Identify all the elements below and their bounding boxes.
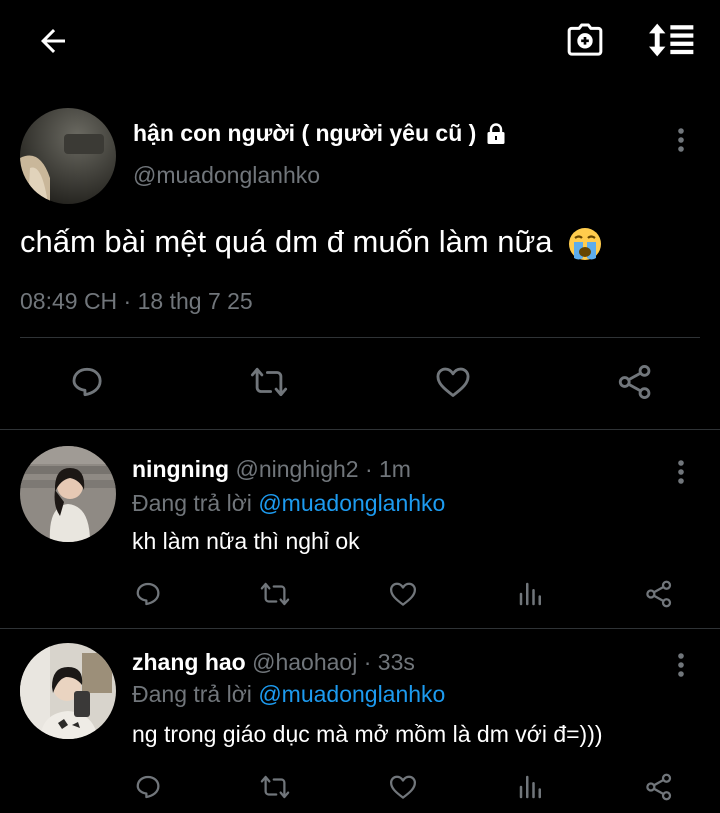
- camera-plus-icon: [567, 23, 603, 56]
- tweet-text: chấm bài mệt quá dm đ muốn làm nữa: [20, 224, 603, 262]
- share-icon: [618, 365, 651, 399]
- share-button[interactable]: [610, 357, 660, 407]
- author-name[interactable]: hận con người ( người yêu cũ ): [133, 120, 508, 147]
- heart-icon: [436, 367, 470, 397]
- reply-tweet[interactable]: zhang hao @haohaoj · 33s Đang trả lời @m…: [0, 619, 720, 813]
- divider: [20, 337, 700, 338]
- retweet-button[interactable]: [253, 572, 297, 616]
- tweet-timestamp: 08:49 CH · 18 thg 7 25: [20, 288, 253, 314]
- analytics-button[interactable]: [509, 572, 553, 616]
- author-handle[interactable]: @muadonglanhko: [133, 162, 320, 189]
- heart-icon: [390, 775, 416, 799]
- mention-link[interactable]: @muadonglanhko: [258, 681, 445, 707]
- reply-header: ningning @ninghigh2 · 1m: [132, 456, 411, 483]
- share-button[interactable]: [637, 765, 681, 809]
- lock-icon: [487, 122, 505, 144]
- camera-button[interactable]: [560, 16, 610, 64]
- avatar[interactable]: [20, 643, 116, 739]
- reply-header: zhang hao @haohaoj · 33s: [132, 649, 415, 676]
- avatar-image: [20, 446, 116, 542]
- reply-actions: [0, 765, 720, 811]
- share-button[interactable]: [637, 572, 681, 616]
- analytics-icon: [519, 582, 541, 606]
- reply-author-name[interactable]: ningning: [132, 456, 229, 482]
- more-vertical-icon: [678, 460, 684, 484]
- analytics-icon: [519, 775, 541, 799]
- retweet-icon: [260, 775, 290, 799]
- reply-tweet[interactable]: ningning @ninghigh2 · 1m Đang trả lời @m…: [0, 430, 720, 628]
- more-options-button[interactable]: [666, 452, 696, 492]
- reply-text: ng trong giáo dục mà mở mồm là dm với đ=…: [132, 721, 603, 747]
- retweet-button[interactable]: [253, 765, 297, 809]
- reply-button[interactable]: [126, 572, 170, 616]
- more-options-button[interactable]: [666, 645, 696, 685]
- avatar[interactable]: [20, 446, 116, 542]
- like-button[interactable]: [381, 572, 425, 616]
- heart-icon: [390, 582, 416, 606]
- more-options-button[interactable]: [666, 120, 696, 160]
- analytics-button[interactable]: [509, 765, 553, 809]
- reply-icon: [72, 367, 102, 397]
- top-bar: [0, 0, 720, 82]
- share-icon: [646, 580, 672, 608]
- like-button[interactable]: [428, 357, 478, 407]
- tweet-actions: [0, 355, 720, 411]
- replying-to: Đang trả lời @muadonglanhko: [132, 681, 446, 707]
- back-button[interactable]: [28, 20, 78, 62]
- retweet-icon: [250, 367, 288, 397]
- reply-button[interactable]: [126, 765, 170, 809]
- avatar[interactable]: [20, 108, 116, 204]
- reply-actions: [0, 572, 720, 618]
- reply-meta: @ninghigh2 · 1m: [235, 456, 411, 482]
- like-button[interactable]: [381, 765, 425, 809]
- loudly-crying-face-emoji: [569, 227, 602, 260]
- sort-icon: [649, 23, 694, 57]
- avatar-image: [20, 643, 116, 739]
- retweet-icon: [260, 582, 290, 606]
- more-vertical-icon: [678, 128, 684, 152]
- reply-button[interactable]: [62, 357, 112, 407]
- reply-author-name[interactable]: zhang hao: [132, 649, 246, 675]
- avatar-image: [20, 108, 116, 204]
- share-icon: [646, 773, 672, 801]
- mention-link[interactable]: @muadonglanhko: [258, 490, 445, 516]
- reply-icon: [136, 582, 160, 606]
- reply-icon: [136, 775, 160, 799]
- retweet-button[interactable]: [244, 357, 294, 407]
- arrow-left-icon: [41, 29, 65, 53]
- replying-to: Đang trả lời @muadonglanhko: [132, 490, 446, 516]
- more-vertical-icon: [678, 653, 684, 677]
- reply-meta: @haohaoj · 33s: [252, 649, 415, 675]
- sort-button[interactable]: [644, 16, 700, 64]
- reply-text: kh làm nữa thì nghỉ ok: [132, 528, 360, 554]
